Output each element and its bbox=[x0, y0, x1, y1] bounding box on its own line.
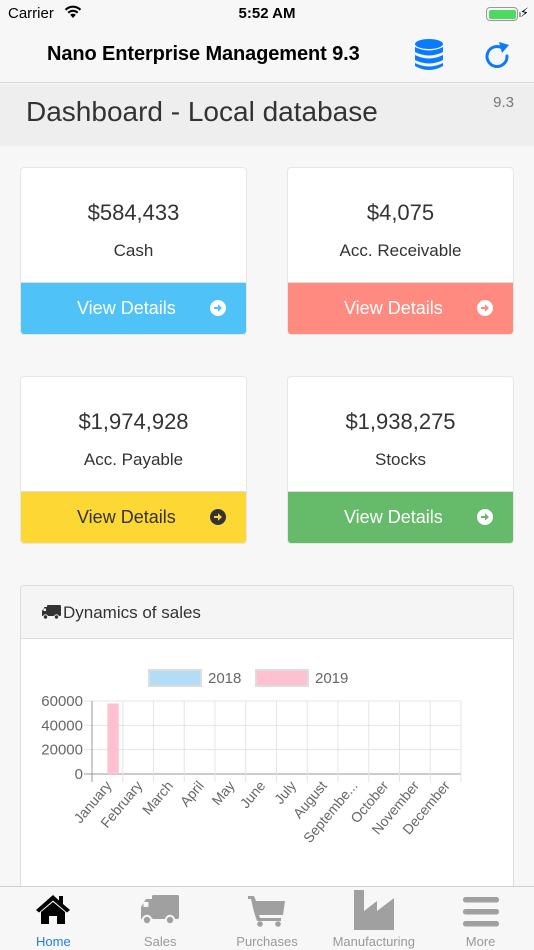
view-details-button[interactable]: View Details bbox=[288, 282, 513, 334]
stocks-card: $1,938,275 Stocks View Details bbox=[287, 376, 514, 544]
payable-card: $1,974,928 Acc. Payable View Details bbox=[20, 376, 247, 544]
card-value: $1,938,275 bbox=[345, 409, 456, 434]
x-tick-label: June bbox=[237, 777, 269, 811]
legend-swatch-2018 bbox=[148, 669, 202, 687]
tab-label: Manufacturing bbox=[332, 934, 415, 949]
tab-more[interactable]: More bbox=[427, 887, 534, 950]
cash-card: $584,433 Cash View Details bbox=[20, 167, 247, 335]
view-details-label: View Details bbox=[77, 298, 176, 318]
arrow-circle-right-icon bbox=[210, 300, 226, 316]
cart-icon bbox=[247, 896, 285, 927]
y-tick-label: 20000 bbox=[41, 742, 83, 759]
navigation-bar: Nano Enterprise Management 9.3 bbox=[0, 28, 534, 83]
card-value: $4,075 bbox=[366, 200, 435, 225]
database-icon[interactable] bbox=[412, 38, 446, 72]
card-label: Stocks bbox=[374, 450, 427, 469]
card-label: Acc. Receivable bbox=[339, 241, 462, 260]
app-title: Nano Enterprise Management 9.3 bbox=[47, 43, 360, 65]
panel-header: Dynamics of sales bbox=[21, 586, 513, 639]
truck-icon bbox=[141, 895, 180, 926]
page-header: Dashboard - Local database 9.3 bbox=[0, 84, 534, 146]
card-label: Cash bbox=[113, 241, 154, 260]
tab-sales[interactable]: Sales bbox=[107, 887, 214, 950]
factory-icon bbox=[353, 890, 394, 930]
tab-label: Purchases bbox=[236, 934, 298, 949]
arrow-circle-right-icon bbox=[477, 509, 493, 525]
sales-dynamics-panel: Dynamics of sales 2018 2019 0 20000 40000 600… bbox=[20, 585, 514, 905]
card-value: $1,974,928 bbox=[78, 409, 189, 434]
y-tick-label: 0 bbox=[75, 766, 83, 783]
home-icon bbox=[36, 895, 71, 924]
x-tick-label: July bbox=[271, 778, 299, 807]
arrow-circle-right-icon bbox=[210, 509, 226, 525]
truck-icon bbox=[42, 605, 61, 620]
view-details-label: View Details bbox=[344, 507, 443, 527]
refresh-icon[interactable] bbox=[481, 39, 513, 71]
version-label: 9.3 bbox=[493, 94, 514, 111]
menu-icon bbox=[462, 897, 499, 927]
view-details-button[interactable]: View Details bbox=[21, 491, 246, 543]
tab-label: More bbox=[465, 934, 496, 949]
x-tick-label: March bbox=[139, 778, 176, 818]
bar-2019-january bbox=[107, 703, 119, 774]
legend-label: 2019 bbox=[315, 670, 348, 687]
panel-title: Dynamics of sales bbox=[63, 603, 201, 622]
clock: 5:52 AM bbox=[238, 5, 296, 22]
view-details-label: View Details bbox=[344, 298, 443, 318]
legend-swatch-2019 bbox=[255, 669, 309, 687]
tab-purchases[interactable]: Purchases bbox=[214, 887, 321, 950]
charging-bolt-icon: ⚡︎ bbox=[519, 5, 529, 20]
status-bar: Carrier 5:52 AM ⚡︎ bbox=[0, 0, 534, 28]
arrow-circle-right-icon bbox=[477, 300, 493, 316]
y-tick-label: 60000 bbox=[41, 693, 83, 710]
tab-label: Home bbox=[36, 934, 71, 949]
x-tick-label: April bbox=[177, 778, 207, 810]
battery-icon bbox=[486, 7, 518, 21]
page-title: Dashboard - Local database bbox=[26, 96, 378, 127]
sales-bar-chart: 2018 20190200004000060000JanuaryFebruaryM… bbox=[41, 669, 462, 846]
view-details-button[interactable]: View Details bbox=[21, 282, 246, 334]
legend-label: 2018 bbox=[208, 670, 241, 687]
view-details-label: View Details bbox=[77, 507, 176, 527]
y-tick-label: 40000 bbox=[41, 717, 83, 734]
view-details-button[interactable]: View Details bbox=[288, 491, 513, 543]
card-value: $584,433 bbox=[87, 200, 180, 225]
receivable-card: $4,075 Acc. Receivable View Details bbox=[287, 167, 514, 335]
tab-manufacturing[interactable]: Manufacturing bbox=[320, 887, 427, 950]
tab-bar: Home Sales Purchases Manufacturing More bbox=[0, 886, 534, 950]
x-tick-label: May bbox=[208, 778, 237, 809]
tab-home[interactable]: Home bbox=[0, 887, 107, 950]
tab-label: Sales bbox=[143, 934, 177, 949]
card-label: Acc. Payable bbox=[83, 450, 184, 469]
